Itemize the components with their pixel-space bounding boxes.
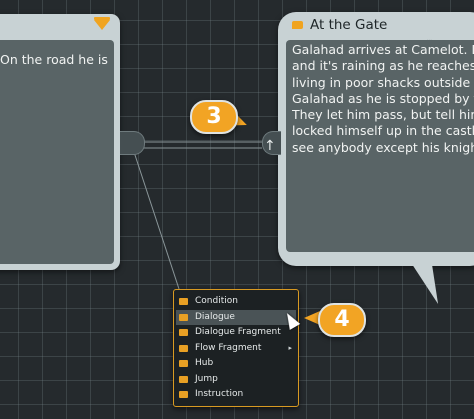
right-dialogue-node[interactable]: At the Gate ... Galahad arrives at Camel… — [278, 12, 474, 266]
condition-icon — [179, 298, 188, 305]
menu-item-hub[interactable]: Hub — [176, 356, 296, 371]
menu-item-label: Instruction — [195, 389, 244, 399]
left-node-text: On the road he is — [0, 52, 108, 67]
left-node-body — [0, 40, 114, 264]
menu-item-label: Jump — [195, 374, 218, 384]
menu-item-condition[interactable]: Condition — [176, 294, 296, 309]
menu-item-label: Flow Fragment — [195, 343, 262, 353]
left-node-header — [0, 14, 120, 40]
jump-icon — [179, 376, 188, 383]
text-line: Galahad as he is stopped by the — [292, 90, 474, 106]
submenu-arrow-icon: ▸ — [288, 344, 292, 352]
node-title[interactable]: At the Gate — [310, 15, 387, 35]
text-line: Galahad arrives at Camelot. Darl — [292, 42, 474, 57]
menu-item-label: Dialogue Fragment — [195, 327, 281, 337]
text-line: see anybody except his knights. — [292, 139, 474, 155]
flow-fragment-icon — [179, 345, 188, 352]
menu-item-instruction[interactable]: Instruction — [176, 387, 296, 402]
menu-item-label: Hub — [195, 358, 214, 368]
up-arrow-icon: ↑ — [264, 138, 276, 154]
output-pin[interactable] — [120, 131, 145, 155]
hub-icon — [179, 360, 188, 367]
callout-4: 4 — [318, 303, 366, 337]
dialogue-fragment-icon — [179, 329, 188, 336]
callout-3: 3 — [190, 100, 238, 134]
dialogue-icon — [292, 21, 303, 29]
collapse-arrow-icon[interactable] — [94, 20, 110, 30]
menu-item-label: Condition — [195, 296, 238, 306]
instruction-icon — [179, 391, 188, 398]
text-line: locked himself up in the castle a — [292, 123, 474, 139]
flow-canvas[interactable]: On the road he is At the Gate ... Galaha… — [0, 0, 474, 419]
right-node-text: Galahad arrives at Camelot. Darl and it'… — [292, 42, 474, 156]
left-dialogue-node[interactable]: On the road he is — [0, 14, 120, 270]
menu-item-label: Dialogue — [195, 312, 235, 322]
menu-item-jump[interactable]: Jump — [176, 372, 296, 387]
text-line: They let him pass, but tell him th — [292, 107, 474, 123]
menu-item-flow-fragment[interactable]: Flow Fragment ▸ — [176, 341, 296, 356]
text-line: living in poor shacks outside the — [292, 74, 474, 90]
context-menu: Condition Dialogue Dialogue Fragment Flo… — [173, 289, 299, 407]
text-line: and it's raining as he reaches the — [292, 58, 474, 74]
menu-item-dialogue[interactable]: Dialogue — [176, 310, 296, 325]
menu-item-dialogue-fragment[interactable]: Dialogue Fragment — [176, 325, 296, 340]
dialogue-icon — [179, 314, 188, 321]
